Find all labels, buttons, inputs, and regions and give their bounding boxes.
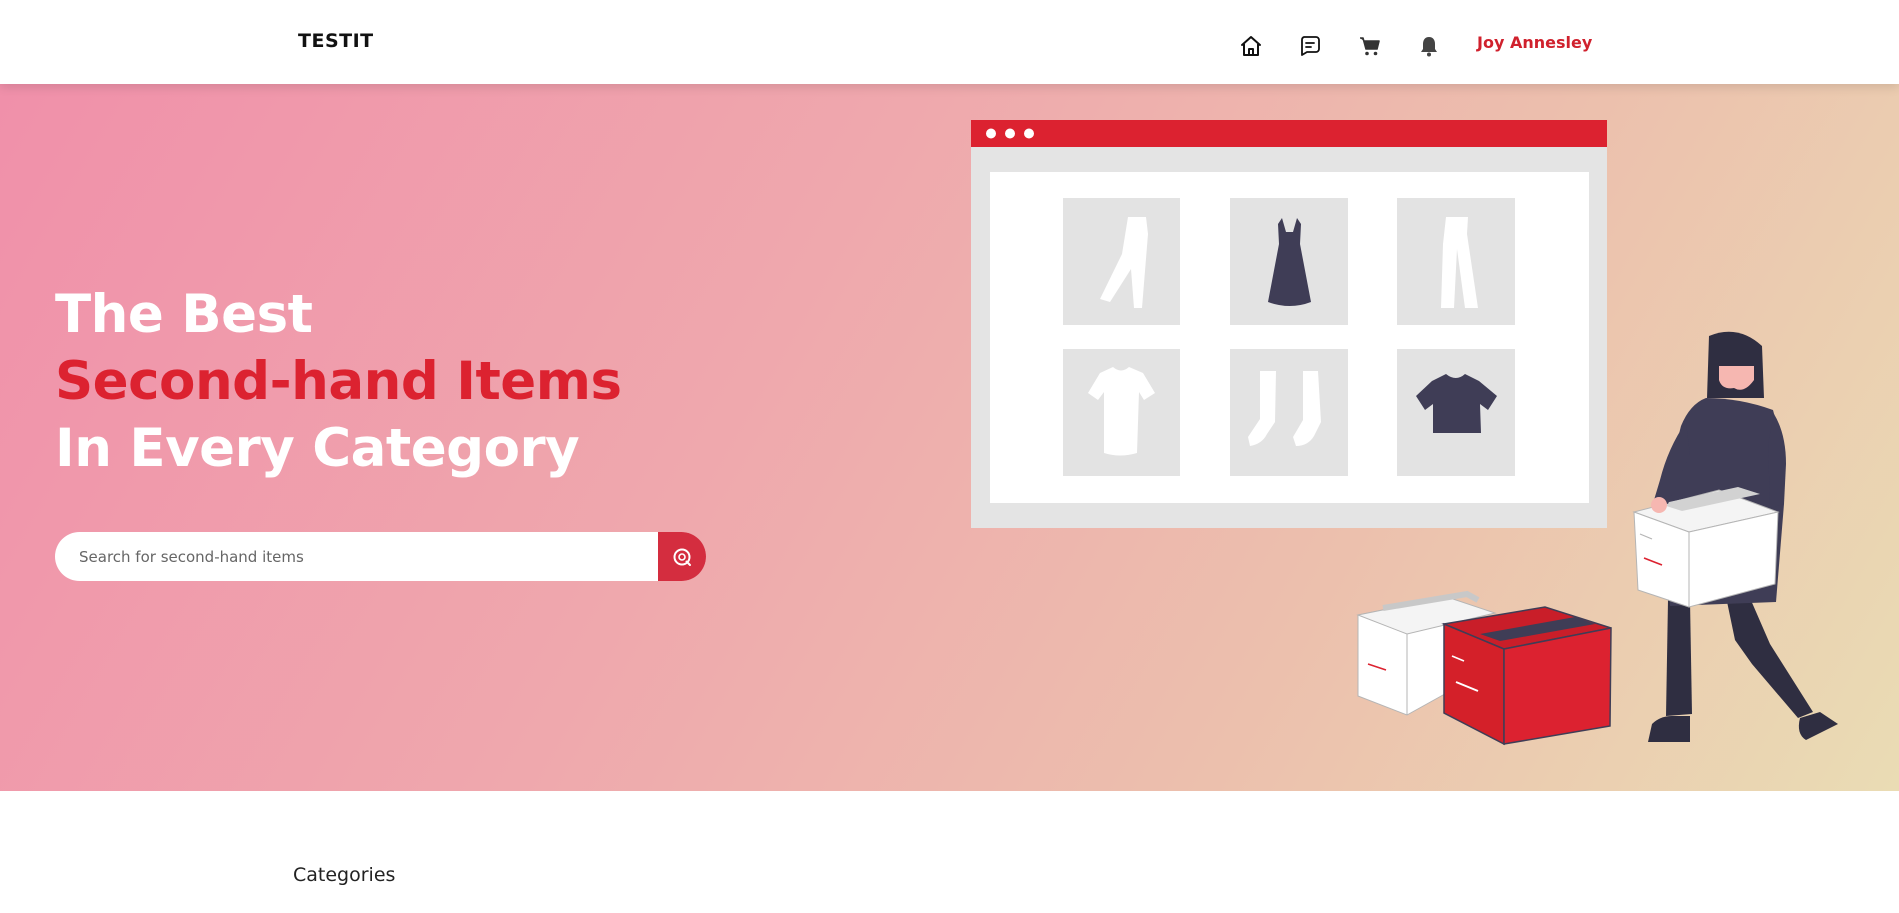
hero-banner: The Best Second-hand Items In Every Cate…	[0, 84, 1899, 791]
home-icon[interactable]	[1238, 33, 1264, 59]
cart-icon[interactable]	[1357, 33, 1383, 59]
bell-icon[interactable]	[1416, 33, 1442, 59]
message-icon[interactable]	[1297, 33, 1323, 59]
window-dot-icon	[986, 128, 996, 139]
brand-logo[interactable]: TESTIT	[298, 30, 374, 52]
top-navbar: TESTIT Joy Annesley	[0, 0, 1899, 84]
online-shop-illustration	[971, 120, 1838, 746]
user-profile-link[interactable]: Joy Annesley	[1477, 33, 1592, 52]
categories-heading: Categories	[293, 864, 396, 886]
window-dot-icon	[1024, 128, 1034, 139]
window-dot-icon	[1005, 128, 1015, 139]
browser-title-bar	[971, 120, 1607, 147]
